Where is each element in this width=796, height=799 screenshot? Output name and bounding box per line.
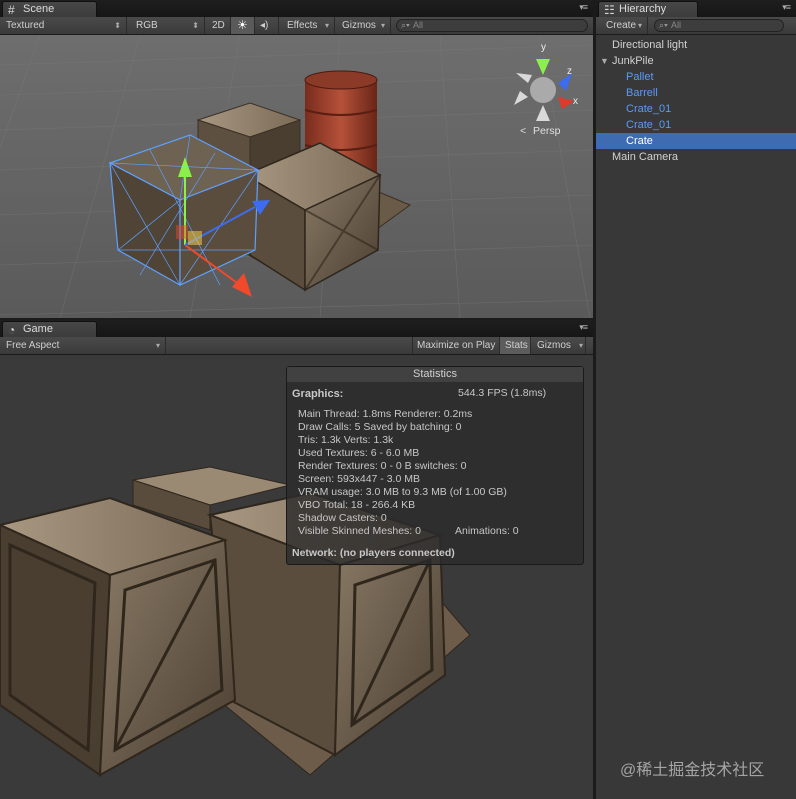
stat-line: Main Thread: 1.8ms Renderer: 0.2ms	[298, 408, 473, 420]
audio-toggle[interactable]: ◂)	[255, 17, 279, 34]
gizmo-label-x: x	[573, 96, 578, 107]
stat-line: Screen: 593x447 - 3.0 MB	[298, 473, 420, 485]
toggle-2d-button[interactable]: 2D	[207, 17, 231, 34]
watermark: @稀土掘金技术社区	[620, 762, 765, 779]
scene-view-render: y z x < Persp	[0, 35, 593, 318]
hierarchy-tabbar: ☷ Hierarchy ▾≡	[596, 0, 796, 17]
stat-line: Render Textures: 0 - 0 B switches: 0	[298, 460, 467, 472]
updown-icon: ⬍	[114, 21, 121, 30]
panel-menu-icon[interactable]: ▾≡	[782, 2, 791, 13]
fps-value: 544.3 FPS (1.8ms)	[458, 387, 547, 399]
stat-animations: Animations: 0	[455, 525, 519, 537]
maximize-label: Maximize on Play	[417, 340, 496, 351]
list-icon: ☷	[604, 3, 615, 17]
tab-hierarchy-label: Hierarchy	[619, 3, 667, 15]
speaker-icon: ◂)	[260, 20, 269, 31]
color-mode-label: RGB	[136, 20, 158, 31]
hierarchy-item[interactable]: ▼ JunkPile	[596, 53, 796, 69]
hierarchy-search-placeholder: All	[671, 20, 682, 30]
scene-tabbar: # Scene ▾≡	[0, 0, 593, 17]
hierarchy-item[interactable]: Main Camera	[596, 149, 796, 165]
panel-menu-icon[interactable]: ▾≡	[579, 2, 588, 13]
dropdown-arrow-icon: ▾	[578, 341, 583, 350]
stat-skinned-meshes: Visible Skinned Meshes: 0	[298, 525, 421, 537]
scene-search-placeholder: All	[413, 20, 424, 30]
lighting-toggle[interactable]: ☀	[231, 17, 255, 34]
scene-toolbar: Textured ⬍ RGB ⬍ 2D ☀ ◂) Effects ▾ Gizmos ▾ …	[0, 17, 593, 35]
stat-line: Shadow Casters: 0	[298, 512, 387, 524]
stat-line: Tris: 1.3k Verts: 1.3k	[298, 434, 394, 446]
hierarchy-toolbar: Create ▾ ⌕▾ All	[596, 17, 796, 35]
dropdown-arrow-icon: ▾	[155, 341, 160, 350]
scene-viewport[interactable]: y z x < Persp	[0, 35, 593, 318]
color-mode-dropdown[interactable]: RGB ⬍	[130, 17, 205, 34]
hierarchy-search-input[interactable]: ⌕▾ All	[654, 19, 784, 32]
gizmo-label-z: z	[567, 66, 572, 77]
gizmos-label: Gizmos	[342, 20, 376, 31]
search-icon: ⌕▾	[401, 20, 410, 30]
create-dropdown[interactable]: Create ▾	[596, 17, 648, 34]
stat-line: VRAM usage: 3.0 MB to 9.3 MB (of 1.00 GB…	[298, 486, 507, 498]
hierarchy-item[interactable]: Pallet	[596, 69, 796, 85]
effects-label: Effects	[287, 20, 318, 31]
panel-menu-icon[interactable]: ▾≡	[579, 322, 588, 333]
scene-panel: # Scene ▾≡ Textured ⬍ RGB ⬍ 2D ☀ ◂) Effect…	[0, 0, 593, 318]
hierarchy-item-selected[interactable]: Crate	[596, 133, 796, 149]
toggle-2d-label: 2D	[212, 20, 225, 31]
hierarchy-item[interactable]: Crate_01	[596, 101, 796, 117]
maximize-on-play-toggle[interactable]: Maximize on Play	[412, 337, 500, 354]
hierarchy-item[interactable]: Barrell	[596, 85, 796, 101]
persp-arrow-icon: <	[520, 125, 526, 137]
hierarchy-panel: ☷ Hierarchy ▾≡ Create ▾ ⌕▾ All Directiona…	[596, 0, 796, 799]
game-toolbar: Free Aspect ▾ Maximize on Play Stats Gizm…	[0, 337, 593, 355]
search-icon: ⌕▾	[659, 20, 668, 30]
hierarchy-item[interactable]: Crate_01	[596, 117, 796, 133]
hierarchy-item-label: Barrell	[626, 87, 658, 99]
projection-label[interactable]: Persp	[533, 125, 561, 137]
updown-icon: ⬍	[192, 21, 199, 30]
dropdown-arrow-icon: ▾	[380, 21, 385, 30]
stats-label: Stats	[505, 340, 528, 351]
game-gizmos-dropdown[interactable]: Gizmos ▾	[531, 337, 586, 354]
gizmo-label-y: y	[541, 42, 546, 53]
game-gizmos-label: Gizmos	[537, 340, 571, 351]
dropdown-arrow-icon: ▾	[324, 21, 329, 30]
hierarchy-item-label: Crate_01	[626, 103, 672, 115]
foldout-arrow-icon[interactable]: ▼	[600, 56, 609, 66]
hierarchy-item-label: Directional light	[612, 39, 688, 51]
statistics-title: Statistics	[287, 367, 583, 382]
aspect-label: Free Aspect	[6, 340, 60, 351]
network-status: Network: (no players connected)	[292, 547, 455, 559]
aspect-dropdown[interactable]: Free Aspect ▾	[0, 337, 166, 354]
gizmos-dropdown[interactable]: Gizmos ▾	[336, 17, 391, 34]
render-mode-label: Textured	[6, 20, 45, 31]
stat-line: VBO Total: 18 - 266.4 KB	[298, 499, 416, 511]
effects-dropdown[interactable]: Effects ▾	[281, 17, 335, 34]
dropdown-arrow-icon: ▾	[637, 21, 642, 30]
grid-icon: #	[8, 3, 15, 17]
stats-toggle[interactable]: Stats	[500, 337, 531, 354]
sun-icon: ☀	[237, 18, 248, 32]
tab-hierarchy[interactable]: ☷ Hierarchy	[598, 1, 698, 17]
hierarchy-item-label: Crate_01	[626, 119, 672, 131]
hierarchy-item[interactable]: Directional light	[596, 37, 796, 53]
hierarchy-item-label: Main Camera	[612, 151, 679, 163]
scene-search-input[interactable]: ⌕▾ All	[396, 19, 588, 32]
render-mode-dropdown[interactable]: Textured ⬍	[0, 17, 127, 34]
tab-scene[interactable]: # Scene	[2, 1, 97, 17]
statistics-overlay: Statistics Graphics: 544.3 FPS (1.8ms) M…	[286, 366, 584, 565]
hierarchy-item-label: JunkPile	[611, 55, 654, 67]
stat-line: Used Textures: 6 - 6.0 MB	[298, 447, 420, 459]
hierarchy-item-label: Crate	[626, 135, 653, 147]
pacman-icon: ◔	[8, 323, 16, 337]
tab-game-label: Game	[23, 323, 53, 335]
game-tabbar: ◔ Game ▾≡	[0, 320, 593, 337]
stat-line: Draw Calls: 5 Saved by batching: 0	[298, 421, 462, 433]
tab-game[interactable]: ◔ Game	[2, 321, 97, 337]
hierarchy-item-label: Pallet	[626, 71, 654, 83]
tab-scene-label: Scene	[23, 3, 55, 15]
create-label: Create	[606, 20, 637, 31]
graphics-label: Graphics:	[292, 388, 344, 400]
